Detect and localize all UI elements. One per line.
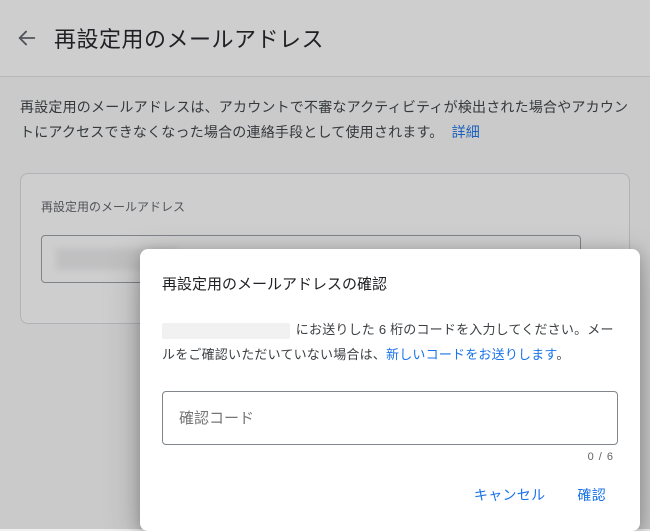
- verification-code-input[interactable]: [179, 410, 601, 427]
- redacted-email: [162, 323, 290, 339]
- resend-code-link[interactable]: 新しいコードをお送りします: [386, 347, 556, 362]
- dialog-body: にお送りした 6 桁のコードを入力してください。メールをご確認いただいていない場…: [162, 318, 618, 367]
- verify-email-dialog: 再設定用のメールアドレスの確認 にお送りした 6 桁のコードを入力してください。…: [140, 249, 640, 531]
- cancel-button[interactable]: キャンセル: [470, 477, 550, 513]
- dialog-title: 再設定用のメールアドレスの確認: [162, 273, 618, 294]
- confirm-button[interactable]: 確認: [573, 477, 610, 513]
- dialog-body-suffix: 。: [556, 347, 569, 362]
- code-char-counter: 0 / 6: [162, 451, 618, 463]
- dialog-actions: キャンセル 確認: [162, 477, 618, 517]
- verification-code-field[interactable]: [162, 391, 618, 445]
